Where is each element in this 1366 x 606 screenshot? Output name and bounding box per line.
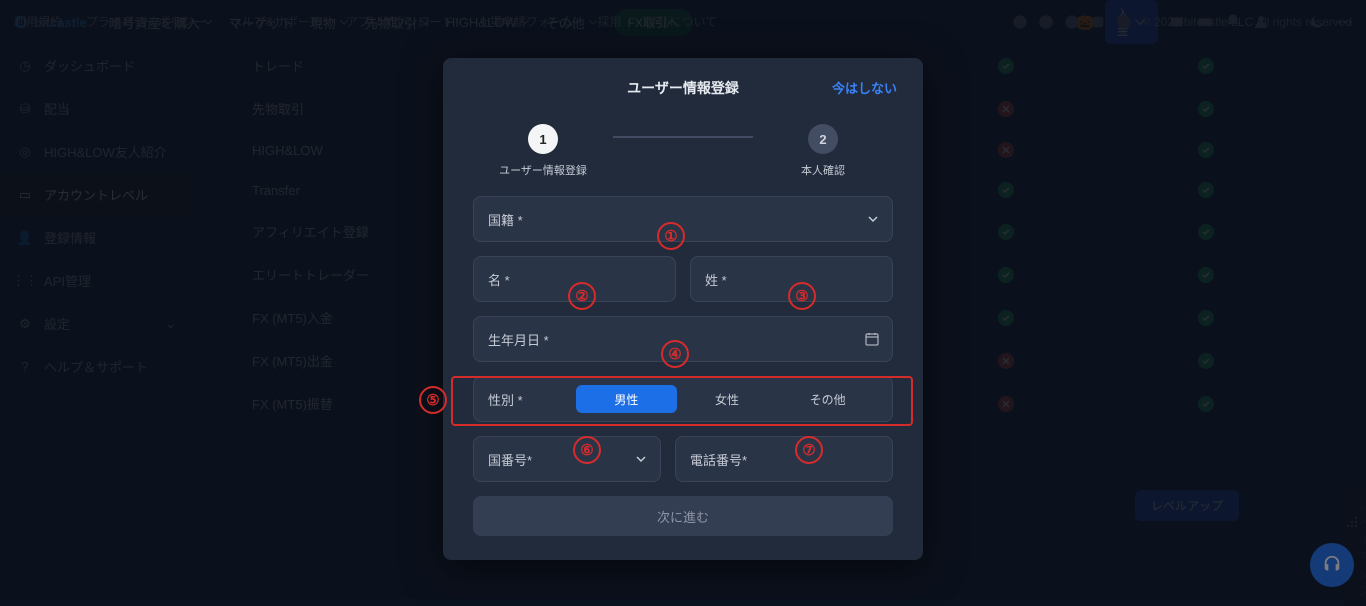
user-info-modal: ユーザー情報登録 今はしない 1 ユーザー情報登録 2 本人確認 国籍 * 名 … [443, 58, 923, 560]
modal-header: ユーザー情報登録 今はしない [443, 58, 923, 102]
step-bar [613, 136, 753, 138]
gender-female-button[interactable]: 女性 [677, 385, 778, 413]
calendar-icon [864, 331, 880, 347]
gender-label: 性別 * [488, 390, 568, 409]
gender-segmented: 男性 女性 その他 [576, 385, 878, 413]
country-label: 国籍 * [488, 210, 523, 229]
phone-field[interactable]: 電話番号* [675, 436, 893, 482]
gender-other-button[interactable]: その他 [777, 385, 878, 413]
dial-code-label: 国番号* [488, 450, 532, 469]
chevron-down-icon [634, 452, 648, 466]
step-1-dot: 1 [528, 124, 558, 154]
dob-label: 生年月日 * [488, 330, 549, 349]
step-2: 2 本人確認 [753, 124, 893, 178]
step-2-dot: 2 [808, 124, 838, 154]
next-button[interactable]: 次に進む [473, 496, 893, 536]
step-1-label: ユーザー情報登録 [499, 162, 587, 178]
step-2-label: 本人確認 [801, 162, 845, 178]
step-1: 1 ユーザー情報登録 [473, 124, 613, 178]
phone-label: 電話番号* [690, 450, 747, 469]
modal-overlay: ユーザー情報登録 今はしない 1 ユーザー情報登録 2 本人確認 国籍 * 名 … [0, 0, 1366, 599]
gender-row: 性別 * 男性 女性 その他 [473, 376, 893, 422]
country-select[interactable]: 国籍 * [473, 196, 893, 242]
modal-title: ユーザー情報登録 [627, 78, 739, 98]
first-name-field[interactable]: 名 * [473, 256, 676, 302]
chevron-down-icon [866, 212, 880, 226]
dob-field[interactable]: 生年月日 * [473, 316, 893, 362]
step-indicator: 1 ユーザー情報登録 2 本人確認 [443, 124, 923, 178]
registration-form: 国籍 * 名 * 姓 * 生年月日 * 性別 * 男性 女性 [443, 186, 923, 496]
last-name-field[interactable]: 姓 * [690, 256, 893, 302]
skip-link[interactable]: 今はしない [832, 78, 897, 97]
last-name-label: 姓 * [705, 270, 727, 289]
gender-male-button[interactable]: 男性 [576, 385, 677, 413]
first-name-label: 名 * [488, 270, 510, 289]
dial-code-select[interactable]: 国番号* [473, 436, 661, 482]
